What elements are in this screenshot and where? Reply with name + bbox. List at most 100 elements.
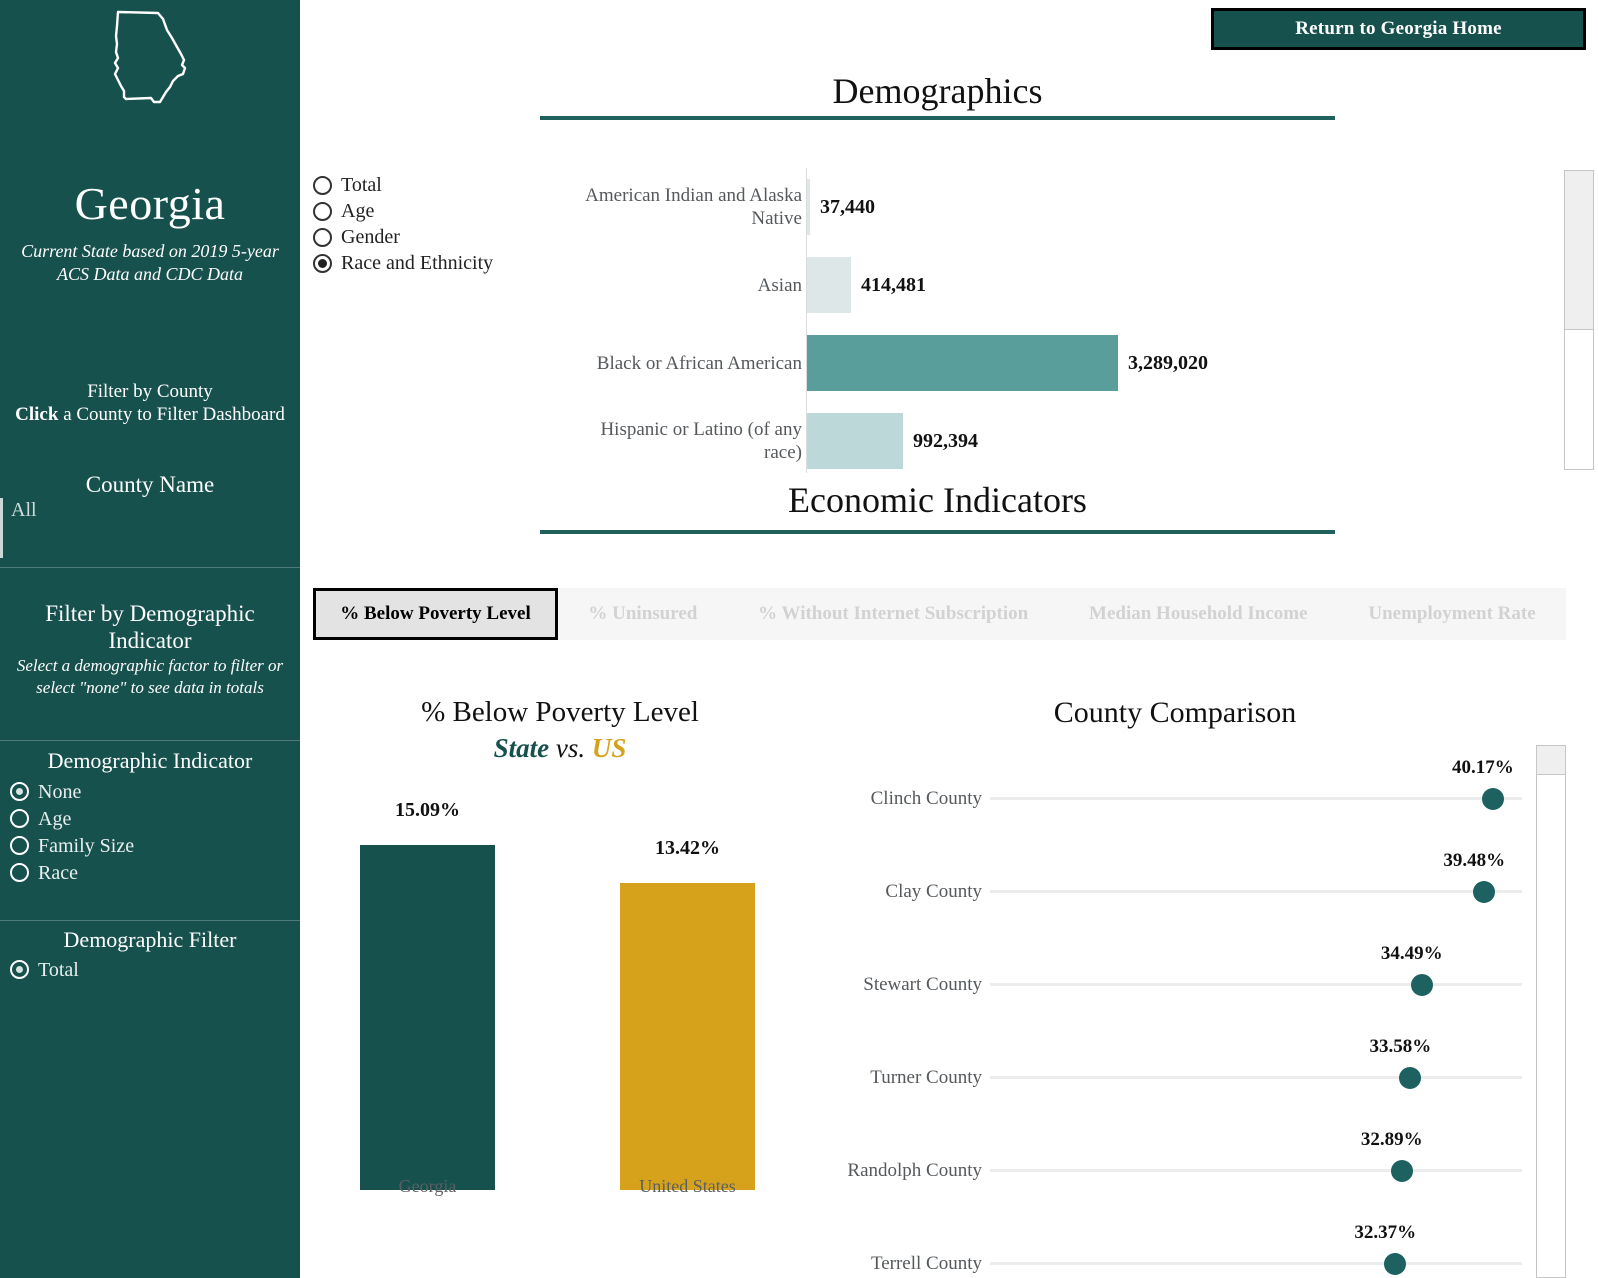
county-comparison-dot[interactable]	[1482, 788, 1504, 810]
demographics-option-total[interactable]: Total	[313, 172, 533, 198]
county-comparison-row[interactable]: Clinch County40.17%	[800, 752, 1540, 845]
demographics-bar[interactable]	[807, 335, 1118, 391]
county-comparison-row[interactable]: Randolph County32.89%	[800, 1124, 1540, 1217]
demographic-filter-option-total[interactable]: Total	[10, 956, 300, 983]
radio-button-icon[interactable]	[10, 960, 29, 979]
county-comparison-label: Clay County	[800, 845, 982, 938]
radio-button-icon[interactable]	[313, 254, 332, 273]
county-filter-list[interactable]: All	[0, 498, 300, 558]
poverty-bar-column[interactable]	[620, 883, 755, 1190]
radio-button-icon[interactable]	[313, 228, 332, 247]
county-comparison-value: 32.89%	[1361, 1129, 1423, 1151]
tab-uninsured[interactable]: % Uninsured	[558, 588, 728, 640]
county-comparison-label: Stewart County	[800, 938, 982, 1031]
demographics-bar[interactable]	[807, 179, 810, 235]
county-name-header: County Name	[0, 471, 300, 498]
radio-button-icon[interactable]	[10, 836, 29, 855]
poverty-bar-category-label: United States	[620, 1176, 755, 1197]
county-comparison-scrollbar-track[interactable]	[1536, 745, 1566, 1278]
demographics-option-age[interactable]: Age	[313, 198, 533, 224]
demographics-option-race-and-ethnicity[interactable]: Race and Ethnicity	[313, 250, 533, 276]
poverty-bar-column[interactable]	[360, 845, 495, 1190]
demographic-indicator-option-family-size[interactable]: Family Size	[10, 832, 300, 859]
demographics-scrollbar-track[interactable]	[1564, 170, 1594, 470]
return-to-georgia-home-button[interactable]: Return to Georgia Home	[1211, 8, 1586, 50]
demographics-bar-value: 37,440	[820, 168, 875, 246]
tab-median-household-income[interactable]: Median Household Income	[1059, 588, 1338, 640]
county-comparison-title: County Comparison	[800, 695, 1550, 731]
county-filter-item-all[interactable]: All	[3, 498, 300, 522]
demographics-category-label: Asian	[562, 246, 802, 324]
demographics-section-title: Demographics	[540, 70, 1335, 112]
county-comparison-dot[interactable]	[1391, 1160, 1413, 1182]
poverty-bar[interactable]	[360, 845, 495, 1190]
poverty-bar[interactable]	[620, 883, 755, 1190]
tab-unemployment-rate[interactable]: Unemployment Rate	[1338, 588, 1566, 640]
subtitle-us: US	[592, 733, 627, 763]
demographics-bar-value: 414,481	[861, 246, 926, 324]
demographic-filter-header: Demographic Filter	[0, 927, 300, 953]
county-comparison-row[interactable]: Stewart County 34.49%	[800, 938, 1540, 1031]
demographics-bar-row[interactable]: Hispanic or Latino (of any race) 992,394	[540, 402, 1530, 473]
county-comparison-row[interactable]: Turner County33.58%	[800, 1031, 1540, 1124]
demographics-category-label: Hispanic or Latino (of any race)	[562, 402, 802, 473]
filter-by-county-hint-bold: Click	[15, 404, 58, 425]
county-comparison-track-line	[990, 1076, 1522, 1079]
county-comparison-track-line	[990, 983, 1522, 986]
demographic-indicator-option-age[interactable]: Age	[10, 805, 300, 832]
demographics-bar-value: 3,289,020	[1128, 324, 1208, 402]
demographics-option-gender[interactable]: Gender	[313, 224, 533, 250]
subtitle-state: State	[494, 733, 550, 763]
county-comparison-dot[interactable]	[1411, 974, 1433, 996]
radio-label: Total	[38, 959, 79, 981]
county-comparison-row[interactable]: Terrell County 32.37%	[800, 1217, 1540, 1278]
poverty-bar-category-label: Georgia	[360, 1176, 495, 1197]
radio-label: Family Size	[38, 835, 134, 857]
radio-button-icon[interactable]	[313, 176, 332, 195]
economic-section-title: Economic Indicators	[540, 479, 1335, 521]
county-comparison-value: 32.37%	[1354, 1222, 1416, 1244]
demographics-bar[interactable]	[807, 257, 851, 313]
radio-button-icon[interactable]	[10, 809, 29, 828]
economic-indicator-tabs[interactable]: % Below Poverty Level% Uninsured% Withou…	[313, 588, 1566, 640]
radio-button-icon[interactable]	[10, 863, 29, 882]
county-comparison-dot[interactable]	[1473, 881, 1495, 903]
county-comparison-row[interactable]: Clay County39.48%	[800, 845, 1540, 938]
demographic-indicator-option-race[interactable]: Race	[10, 859, 300, 886]
demographics-bar-row[interactable]: Asian 414,481	[540, 246, 1530, 324]
tab-below-poverty-level[interactable]: % Below Poverty Level	[313, 588, 558, 640]
county-comparison-value: 34.49%	[1381, 943, 1443, 965]
demographic-filter-radiogroup[interactable]: Total	[10, 956, 300, 983]
radio-label: Gender	[341, 226, 400, 248]
sidebar-divider-3	[0, 920, 300, 921]
radio-label: Age	[38, 808, 71, 830]
demographics-bar-row[interactable]: American Indian and Alaska Native37,440	[540, 168, 1530, 246]
economic-title-rule	[540, 530, 1335, 534]
demographics-bar-row[interactable]: Black or African American 3,289,020	[540, 324, 1530, 402]
radio-label: Total	[341, 174, 382, 196]
county-comparison-dot[interactable]	[1384, 1253, 1406, 1275]
county-comparison-track-line	[990, 797, 1522, 800]
tab-without-internet-subscription[interactable]: % Without Internet Subscription	[728, 588, 1059, 640]
sidebar: Georgia Current State based on 2019 5-ye…	[0, 0, 300, 1278]
demographics-radiogroup[interactable]: TotalAgeGenderRace and Ethnicity	[313, 172, 533, 276]
georgia-state-outline-icon	[110, 8, 194, 118]
demographic-indicator-radiogroup[interactable]: None Age Family SizeRace	[10, 778, 300, 886]
county-comparison-label: Terrell County	[800, 1217, 982, 1278]
demographics-scrollbar-thumb[interactable]	[1564, 170, 1594, 330]
county-comparison-dot[interactable]	[1399, 1067, 1421, 1089]
demographic-indicator-option-none[interactable]: None	[10, 778, 300, 805]
poverty-bar-chart-subtitle: State vs. US	[325, 731, 795, 765]
demographics-bar[interactable]	[807, 413, 903, 469]
radio-button-icon[interactable]	[10, 782, 29, 801]
state-title: Georgia	[0, 178, 300, 230]
filter-by-county-hint-rest: a County to Filter Dashboard	[58, 404, 284, 425]
county-comparison-scrollbar-thumb[interactable]	[1536, 745, 1566, 775]
county-comparison-value: 40.17%	[1452, 757, 1514, 779]
radio-button-icon[interactable]	[313, 202, 332, 221]
demographics-bar-value: 992,394	[913, 402, 978, 473]
poverty-bar-chart-title: % Below Poverty Level	[325, 695, 795, 730]
demographics-category-label: Black or African American	[562, 324, 802, 402]
filter-by-county-block: Filter by County Click a County to Filte…	[10, 380, 290, 426]
county-comparison-value: 33.58%	[1369, 1036, 1431, 1058]
